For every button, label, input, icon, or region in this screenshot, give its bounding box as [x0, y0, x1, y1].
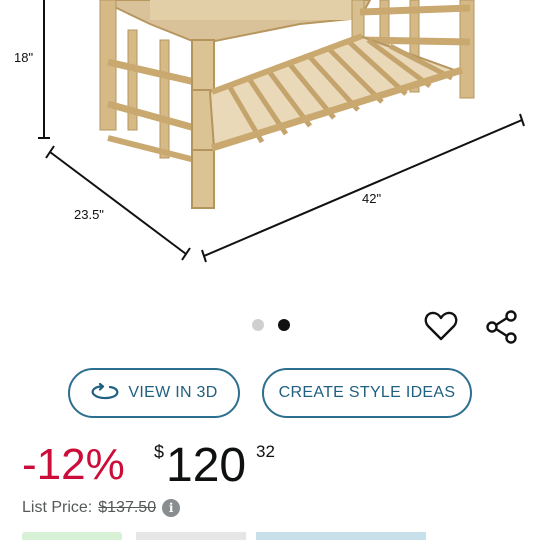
- select-delivery-link[interactable]: [256, 532, 426, 540]
- discount-percent: -12%: [22, 440, 125, 489]
- list-price-value: $137.50: [98, 499, 157, 516]
- price-currency: $: [154, 442, 165, 462]
- bamboo-table-image: [38, 0, 525, 263]
- create-style-ideas-label: CREATE STYLE IDEAS: [278, 384, 456, 401]
- rotate-3d-icon: [91, 383, 119, 400]
- product-image[interactable]: 18" 23.5" 42": [0, 0, 540, 300]
- width-dimension-label: 42": [362, 191, 382, 206]
- view-in-3d-button[interactable]: VIEW IN 3D: [68, 368, 240, 418]
- carousel-dot-active[interactable]: [278, 319, 290, 331]
- create-style-ideas-button[interactable]: CREATE STYLE IDEAS: [262, 368, 472, 418]
- depth-dimension-label: 23.5": [74, 207, 104, 222]
- wishlist-button[interactable]: [424, 310, 458, 342]
- info-icon[interactable]: i: [162, 499, 181, 517]
- share-icon: [486, 310, 517, 344]
- list-price-label: List Price:: [22, 499, 93, 516]
- savings-row-cutoff: [0, 532, 540, 540]
- price-whole: 120: [166, 439, 247, 492]
- heart-outline-icon: [424, 311, 458, 341]
- image-carousel-dots: [252, 319, 290, 331]
- price-fraction: 32: [256, 442, 275, 461]
- view-in-3d-label: VIEW IN 3D: [128, 384, 218, 401]
- savings-badge: [22, 532, 122, 540]
- unit-price-text: [136, 532, 246, 540]
- list-price-row: List Price: $137.50 i: [22, 499, 181, 517]
- share-button[interactable]: [485, 310, 519, 344]
- carousel-dot[interactable]: [252, 319, 264, 331]
- height-dimension-label: 18": [14, 50, 34, 65]
